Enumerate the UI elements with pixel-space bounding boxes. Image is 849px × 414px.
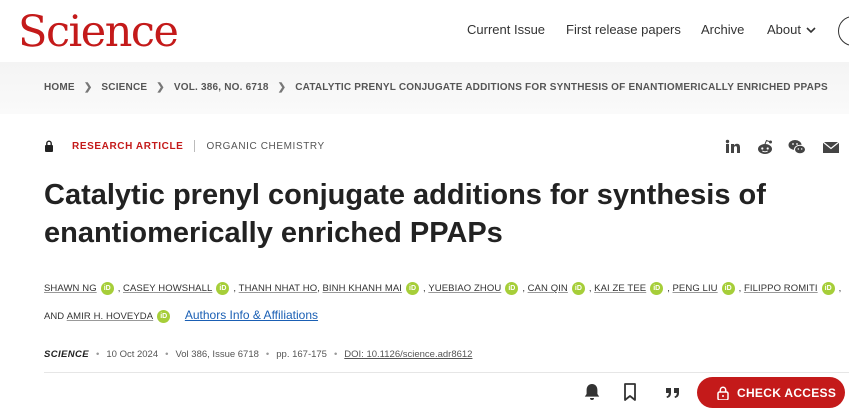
lock-icon — [45, 140, 53, 152]
chevron-right-icon: ❯ — [277, 82, 287, 93]
separator-dot: • — [165, 349, 169, 360]
email-icon[interactable] — [822, 139, 840, 155]
user-menu-button[interactable] — [838, 16, 849, 46]
author-link[interactable]: CAN QIN — [528, 283, 568, 294]
breadcrumb-home[interactable]: HOME — [44, 82, 75, 93]
separator-dot: • — [96, 349, 100, 360]
orcid-icon[interactable]: iD — [571, 281, 585, 295]
quote-icon[interactable] — [663, 382, 683, 402]
separator-dot: • — [333, 349, 338, 360]
chevron-down-icon — [806, 26, 816, 33]
divider — [44, 372, 849, 373]
breadcrumb-volume[interactable]: VOL. 386, NO. 6718 — [174, 82, 269, 93]
orcid-icon[interactable]: iD — [216, 281, 230, 295]
author-link[interactable]: SHAWN NG — [44, 283, 97, 294]
author-link[interactable]: FILIPPO ROMITI — [744, 283, 818, 294]
site-header: Science Current Issue First release pape… — [0, 0, 849, 62]
doi-link[interactable]: DOI: 10.1126/science.adr8612 — [344, 349, 472, 360]
bell-icon[interactable] — [582, 382, 602, 402]
nav-archive[interactable]: Archive — [701, 22, 744, 37]
nav-about-label: About — [767, 22, 801, 37]
chevron-right-icon: ❯ — [156, 82, 165, 93]
check-access-label: CHECK ACCESS — [737, 385, 837, 400]
wechat-icon[interactable] — [788, 139, 806, 155]
science-logo[interactable]: Science — [18, 8, 179, 56]
author-link[interactable]: KAI ZE TEE — [594, 283, 646, 294]
author-link[interactable]: YUEBIAO ZHOU — [428, 283, 501, 294]
article-title: Catalytic prenyl conjugate additions for… — [44, 179, 766, 249]
author-link[interactable]: AMIR H. HOVEYDA — [67, 311, 154, 322]
publication-date: 10 Oct 2024 — [106, 349, 159, 360]
breadcrumb-article: CATALYTIC PRENYL CONJUGATE ADDITIONS FOR… — [295, 82, 828, 93]
bookmark-icon[interactable] — [620, 382, 640, 402]
citation-line: SCIENCE • 10 Oct 2024 • Vol 386, Issue 6… — [44, 349, 472, 360]
divider — [194, 140, 196, 152]
author-link[interactable]: BINH KHANH MAI — [323, 283, 403, 294]
article-meta-row: RESEARCH ARTICLE ORGANIC CHEMISTRY — [44, 140, 325, 152]
author-link[interactable]: PENG LIU — [673, 283, 718, 294]
orcid-icon[interactable]: iD — [100, 281, 114, 295]
breadcrumb-science[interactable]: SCIENCE — [101, 82, 147, 93]
orcid-icon[interactable]: iD — [406, 281, 420, 295]
and-label: AND — [44, 311, 65, 322]
lock-icon — [717, 386, 729, 400]
orcid-icon[interactable]: iD — [505, 281, 519, 295]
article-type: RESEARCH ARTICLE — [72, 140, 184, 152]
author-link[interactable]: THANH NHAT HO — [239, 283, 318, 294]
chevron-right-icon: ❯ — [83, 82, 93, 93]
nav-about[interactable]: About — [767, 22, 817, 37]
author-list: SHAWN NG iD, CASEY HOWSHALL iD, THANH NHAT… — [44, 281, 842, 323]
linkedin-icon[interactable] — [724, 139, 742, 155]
orcid-icon[interactable]: iD — [157, 309, 171, 323]
journal-name: SCIENCE — [44, 349, 90, 360]
article-subject[interactable]: ORGANIC CHEMISTRY — [206, 141, 324, 152]
breadcrumb: HOME ❯ SCIENCE ❯ VOL. 386, NO. 6718 ❯ CA… — [44, 82, 828, 93]
separator-dot: • — [265, 349, 270, 360]
orcid-icon[interactable]: iD — [650, 281, 664, 295]
orcid-icon[interactable]: iD — [821, 281, 835, 295]
check-access-button[interactable]: CHECK ACCESS — [697, 377, 845, 408]
nav-current-issue[interactable]: Current Issue — [467, 22, 545, 37]
page-range: pp. 167-175 — [276, 349, 327, 360]
authors-affiliations-link[interactable]: Authors Info & Affiliations — [185, 308, 318, 322]
reddit-icon[interactable] — [756, 139, 774, 155]
volume-issue[interactable]: Vol 386, Issue 6718 — [175, 349, 258, 360]
orcid-icon[interactable]: iD — [721, 281, 735, 295]
author-link[interactable]: CASEY HOWSHALL — [123, 283, 212, 294]
nav-first-release-papers[interactable]: First release papers — [566, 22, 681, 37]
